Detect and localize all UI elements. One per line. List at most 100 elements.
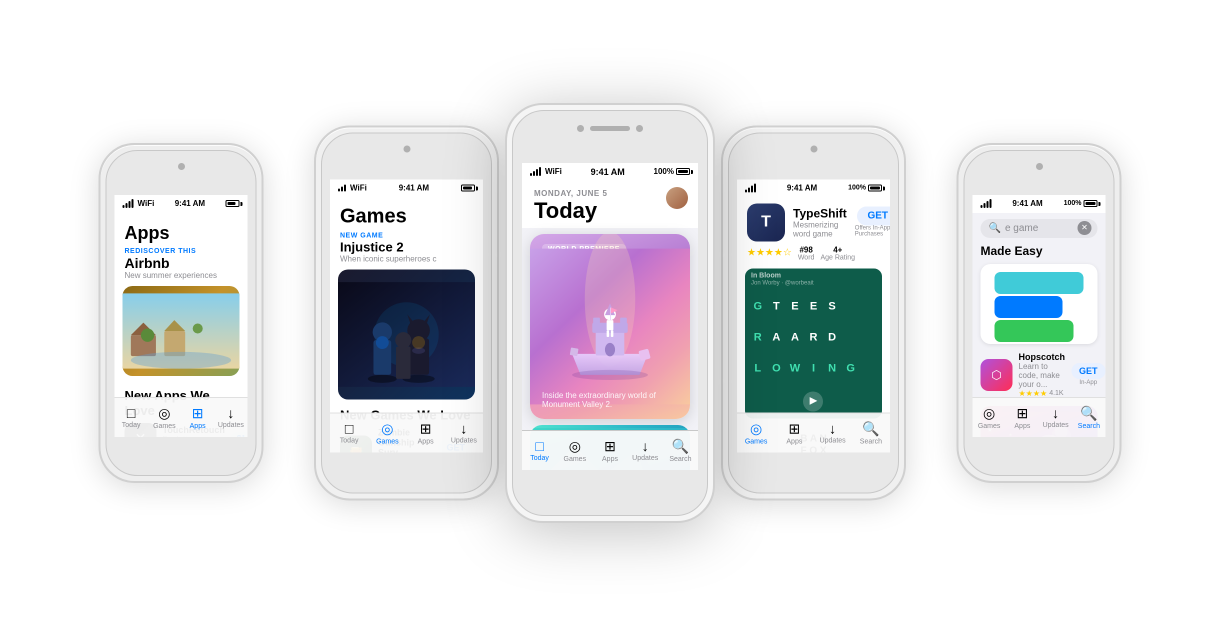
- tab-games-label-fl: Games: [153, 423, 176, 430]
- tab-apps-fr[interactable]: ⊞ Apps: [1006, 405, 1039, 430]
- tab-updates-label-2l: Updates: [451, 438, 477, 445]
- games-icon-fl: ◎: [158, 405, 170, 422]
- tab-today-label-fl: Today: [122, 422, 141, 429]
- tab-apps-fl[interactable]: ⊞ Apps: [181, 405, 214, 430]
- search-magnifier-icon: 🔍: [989, 223, 1001, 234]
- tab-apps-2l[interactable]: ⊞ Apps: [407, 420, 445, 445]
- tab-updates-fl[interactable]: ↓ Updates: [214, 405, 247, 429]
- tab-games-label-2l: Games: [376, 438, 399, 445]
- tab-today-c[interactable]: □ Today: [522, 438, 557, 462]
- apps-icon-2r: ⊞: [789, 420, 801, 437]
- status-bar-2right: 9:41 AM 100%: [737, 179, 890, 197]
- play-button-icon[interactable]: ▶: [803, 391, 823, 411]
- injustice-desc: When iconic superheroes c: [340, 254, 473, 263]
- tab-apps-label-2l: Apps: [418, 438, 434, 445]
- puzzle-name: In Bloom: [751, 272, 781, 279]
- tab-updates-label-fr: Updates: [1043, 422, 1069, 429]
- tab-updates-label-c: Updates: [632, 455, 658, 462]
- letter-grid-inner: G T E E S R A A R D: [749, 292, 878, 414]
- letter-w: E: [805, 292, 823, 322]
- speaker-center: [590, 126, 630, 131]
- tab-today-fl[interactable]: □ Today: [115, 405, 148, 429]
- age-label: Age Rating: [820, 254, 855, 261]
- letter-n: [842, 292, 860, 322]
- apps-icon-c: ⊞: [604, 438, 616, 455]
- tab-apps-label-2r: Apps: [786, 438, 802, 445]
- play-button-row[interactable]: ▶: [749, 384, 878, 414]
- time-fright: 9:41 AM: [1012, 199, 1042, 208]
- today-date: MONDAY, JUNE 5: [534, 189, 686, 198]
- tab-search-label-fr: Search: [1078, 423, 1100, 430]
- time-far-left: 9:41 AM: [175, 199, 205, 208]
- hopscotch-info: Hopscotch Learn to code, make your o... …: [1019, 352, 1066, 398]
- tab-bar-center: □ Today ◎ Games ⊞ Apps ↓ Updates: [522, 430, 698, 470]
- tab-apps-2r[interactable]: ⊞ Apps: [775, 420, 813, 445]
- letter-a1: A: [768, 323, 786, 353]
- camera-2left: [403, 145, 410, 152]
- phone-center: WiFi 9:41 AM 100% MONDAY, JUNE 5 Today: [505, 103, 715, 523]
- tab-apps-label-fr: Apps: [1014, 423, 1030, 430]
- tab-games-label-fr: Games: [978, 423, 1001, 430]
- rank-number: #98: [799, 245, 812, 254]
- updates-icon-2r: ↓: [829, 421, 836, 437]
- tab-updates-c[interactable]: ↓ Updates: [628, 438, 663, 462]
- phone-second-left: WiFi 9:41 AM Games NEW GAME Injustice 2 …: [314, 125, 499, 500]
- tab-games-c[interactable]: ◎ Games: [557, 438, 592, 463]
- typeshift-app-icon: T: [747, 203, 785, 241]
- search-area: 🔍 e game ✕: [973, 213, 1106, 242]
- typeshift-get-button[interactable]: GET: [857, 207, 890, 226]
- tab-bar-far-left: □ Today ◎ Games ⊞ Apps ↓ Updates: [115, 397, 248, 437]
- search-text: e game: [1005, 223, 1038, 234]
- letter-x2: [860, 323, 878, 353]
- today-icon-2l: □: [345, 421, 353, 437]
- typeshift-header-row: T TypeShift Mesmerizing word game GET Of…: [737, 197, 890, 245]
- today-icon-c: □: [535, 438, 543, 454]
- tab-games-fl[interactable]: ◎ Games: [148, 405, 181, 430]
- battery-pct-fr: 100%: [1064, 200, 1082, 207]
- letter-x1: [842, 323, 860, 353]
- tab-search-label-c: Search: [669, 456, 691, 463]
- tab-apps-c[interactable]: ⊞ Apps: [592, 438, 627, 463]
- phones-container: WiFi 9:41 AM Apps REDISCOVER THIS Airbnb…: [0, 0, 1220, 625]
- updates-icon-2l: ↓: [460, 421, 467, 437]
- search-bar[interactable]: 🔍 e game ✕: [981, 219, 1098, 238]
- letter-r: R: [749, 323, 767, 353]
- tab-updates-fr[interactable]: ↓ Updates: [1039, 405, 1072, 429]
- airbnb-hero-image: [123, 286, 240, 376]
- letter-xx: [860, 354, 878, 384]
- letter-a2: A: [786, 323, 804, 353]
- apps-icon-fl: ⊞: [192, 405, 204, 422]
- tab-games-2l[interactable]: ◎ Games: [368, 420, 406, 445]
- airbnb-name: Airbnb: [115, 255, 248, 271]
- hopscotch-name: Hopscotch: [1019, 352, 1066, 362]
- injustice-title: Injustice 2: [340, 239, 473, 254]
- star-rating: ★★★★☆: [747, 248, 792, 259]
- airbnb-desc: New summer experiences: [115, 271, 248, 280]
- tab-games-fr[interactable]: ◎ Games: [973, 405, 1006, 430]
- letter-i: S: [823, 292, 841, 322]
- tab-apps-label-c: Apps: [602, 456, 618, 463]
- hopscotch-get-button[interactable]: GET: [1071, 363, 1105, 379]
- games-header: Games: [330, 197, 483, 232]
- battery-pct-2r: 100%: [848, 185, 866, 192]
- tab-games-2r[interactable]: ◎ Games: [737, 420, 775, 445]
- age-info: 4+ Age Rating: [820, 245, 855, 261]
- tab-updates-2l[interactable]: ↓ Updates: [445, 421, 483, 445]
- colorful-bars-panel: [981, 264, 1098, 344]
- tab-today-2l[interactable]: □ Today: [330, 421, 368, 445]
- search-icon-fr: 🔍: [1080, 405, 1097, 422]
- today-icon-fl: □: [127, 405, 135, 421]
- status-bar-far-left: WiFi 9:41 AM: [115, 195, 248, 213]
- today-main-card[interactable]: WORLD PREMIERE The Art of the Impossible: [530, 234, 690, 419]
- phone-far-left: WiFi 9:41 AM Apps REDISCOVER THIS Airbnb…: [99, 143, 264, 483]
- tab-updates-2r[interactable]: ↓ Updates: [814, 421, 852, 445]
- time-2left: 9:41 AM: [399, 184, 429, 193]
- apps-title: Apps: [115, 213, 248, 248]
- tab-search-c[interactable]: 🔍 Search: [663, 438, 698, 463]
- today-avatar[interactable]: [666, 187, 688, 209]
- games-icon-2l: ◎: [381, 420, 393, 437]
- tab-search-fr[interactable]: 🔍 Search: [1072, 405, 1105, 430]
- tab-games-label-2r: Games: [745, 438, 768, 445]
- tab-search-2r[interactable]: 🔍 Search: [852, 420, 890, 445]
- clear-search-button[interactable]: ✕: [1078, 221, 1092, 235]
